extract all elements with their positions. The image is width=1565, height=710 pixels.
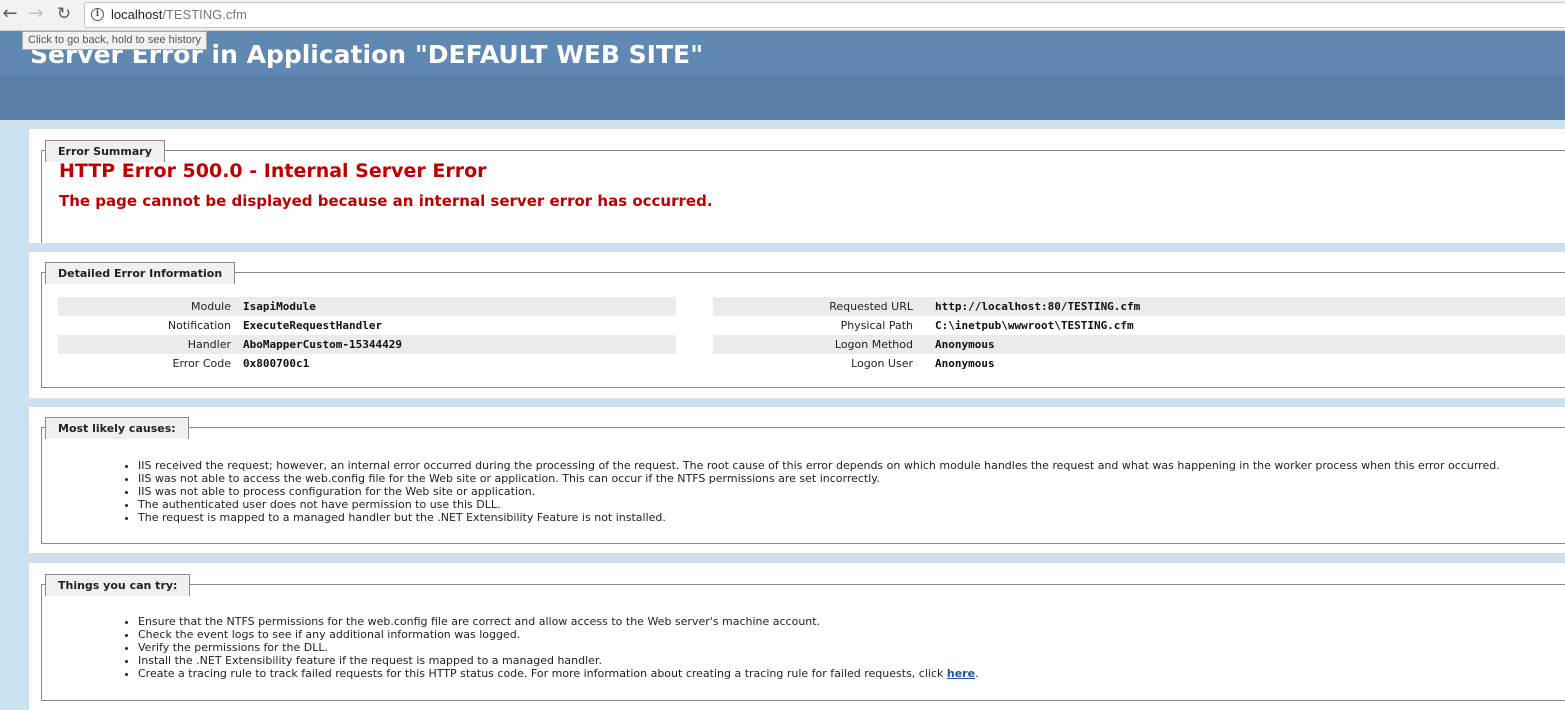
detail-value: ExecuteRequestHandler bbox=[243, 319, 383, 332]
info-icon[interactable]: i bbox=[91, 8, 104, 21]
list-item: Create a tracing rule to track failed re… bbox=[138, 667, 979, 680]
things-to-try-legend: Things you can try: bbox=[45, 574, 191, 596]
list-item: IIS received the request; however, an in… bbox=[138, 459, 1500, 472]
detail-label: Handler bbox=[187, 338, 231, 351]
forward-arrow-icon[interactable]: → bbox=[26, 4, 46, 24]
things-to-try-list: Ensure that the NTFS permissions for the… bbox=[120, 615, 979, 680]
list-item: Verify the permissions for the DLL. bbox=[138, 641, 979, 654]
list-item: Ensure that the NTFS permissions for the… bbox=[138, 615, 979, 628]
detail-value: Anonymous bbox=[935, 338, 995, 351]
list-item-text: Create a tracing rule to track failed re… bbox=[138, 667, 947, 680]
things-to-try-panel: Things you can try: Ensure that the NTFS… bbox=[29, 563, 1565, 710]
address-bar[interactable]: i localhost/TESTING.cfm bbox=[84, 2, 1565, 28]
header-band bbox=[0, 75, 1565, 120]
page-header: Server Error in Application "DEFAULT WEB… bbox=[0, 31, 1565, 120]
tracing-rule-help-link[interactable]: here bbox=[947, 667, 975, 680]
error-summary-panel: Error Summary HTTP Error 500.0 - Interna… bbox=[29, 129, 1565, 243]
likely-causes-list: IIS received the request; however, an in… bbox=[120, 459, 1500, 524]
detail-row-module: Module IsapiModule bbox=[58, 297, 676, 316]
detail-row-handler: Handler AboMapperCustom-15344429 bbox=[58, 335, 676, 354]
detail-row-requested-url: Requested URL http://localhost:80/TESTIN… bbox=[713, 297, 1565, 316]
likely-causes-legend: Most likely causes: bbox=[45, 417, 189, 439]
detail-label: Notification bbox=[167, 319, 231, 332]
list-item-text-end: . bbox=[975, 667, 979, 680]
detail-label: Requested URL bbox=[829, 300, 913, 313]
url-text[interactable]: localhost/TESTING.cfm bbox=[111, 7, 247, 22]
url-path: /TESTING.cfm bbox=[162, 7, 247, 22]
detail-label: Module bbox=[191, 300, 231, 313]
detail-value: IsapiModule bbox=[243, 300, 316, 313]
error-summary-legend: Error Summary bbox=[45, 140, 165, 162]
reload-icon[interactable]: ↻ bbox=[54, 4, 74, 24]
detailed-error-panel: Detailed Error Information Module IsapiM… bbox=[29, 252, 1565, 398]
list-item: Install the .NET Extensibility feature i… bbox=[138, 654, 979, 667]
browser-toolbar: ← → ↻ i localhost/TESTING.cfm bbox=[0, 0, 1565, 31]
detail-value: http://localhost:80/TESTING.cfm bbox=[935, 300, 1141, 313]
detailed-error-legend: Detailed Error Information bbox=[45, 262, 236, 284]
detail-value: Anonymous bbox=[935, 357, 995, 370]
url-host: localhost bbox=[111, 7, 163, 22]
back-button-tooltip: Click to go back, hold to see history bbox=[22, 31, 208, 50]
detail-label: Error Code bbox=[172, 357, 231, 370]
detail-label: Logon Method bbox=[834, 338, 913, 351]
error-subheading: The page cannot be displayed because an … bbox=[59, 192, 713, 210]
detail-label: Physical Path bbox=[840, 319, 913, 332]
detail-value: C:\inetpub\wwwroot\TESTING.cfm bbox=[935, 319, 1134, 332]
detail-value: 0x800700c1 bbox=[243, 357, 310, 370]
list-item: IIS was not able to process configuratio… bbox=[138, 485, 1500, 498]
detail-value: AboMapperCustom-15344429 bbox=[243, 338, 402, 351]
list-item: Check the event logs to see if any addit… bbox=[138, 628, 979, 641]
error-heading: HTTP Error 500.0 - Internal Server Error bbox=[59, 160, 487, 182]
detail-row-error-code: Error Code 0x800700c1 bbox=[58, 354, 676, 373]
detail-row-logon-method: Logon Method Anonymous bbox=[713, 335, 1565, 354]
list-item: The authenticated user does not have per… bbox=[138, 498, 1500, 511]
detail-row-physical-path: Physical Path C:\inetpub\wwwroot\TESTING… bbox=[713, 316, 1565, 335]
back-arrow-icon[interactable]: ← bbox=[0, 4, 20, 24]
list-item: IIS was not able to access the web.confi… bbox=[138, 472, 1500, 485]
detail-row-notification: Notification ExecuteRequestHandler bbox=[58, 316, 676, 335]
detail-label: Logon User bbox=[851, 357, 913, 370]
detail-row-logon-user: Logon User Anonymous bbox=[713, 354, 1565, 373]
likely-causes-panel: Most likely causes: IIS received the req… bbox=[29, 407, 1565, 553]
list-item: The request is mapped to a managed handl… bbox=[138, 511, 1500, 524]
